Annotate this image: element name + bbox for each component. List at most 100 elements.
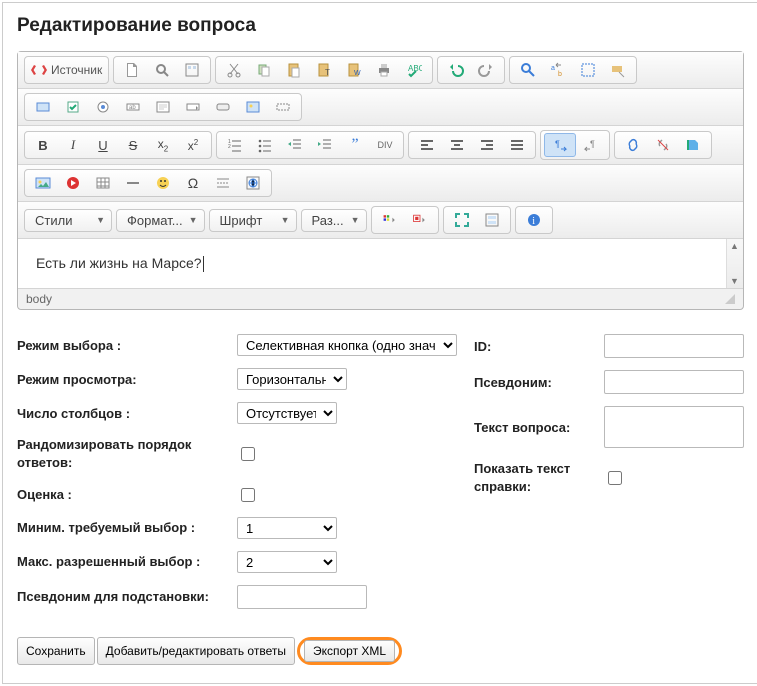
checkbox-icon[interactable] [58, 96, 88, 118]
scroll-down-icon: ▼ [730, 276, 739, 286]
alias-sub-label: Псевдоним для подстановки: [17, 589, 227, 604]
outdent-icon[interactable] [280, 134, 310, 156]
scrollbar[interactable]: ▲▼ [726, 239, 743, 288]
strike-icon[interactable]: S [118, 134, 148, 156]
alias-input[interactable] [604, 370, 744, 394]
font-combo[interactable]: Шрифт▼ [209, 209, 297, 232]
iframe-icon[interactable] [238, 172, 268, 194]
textarea-icon[interactable] [148, 96, 178, 118]
styles-combo[interactable]: Стили▼ [24, 209, 112, 232]
question-settings-form: Режим выбора : Селективная кнопка (одно … [17, 334, 744, 608]
randomize-checkbox[interactable] [241, 447, 255, 461]
left-column: Режим выбора : Селективная кнопка (одно … [17, 334, 457, 608]
qtext-textarea[interactable] [604, 406, 744, 448]
remove-format-icon[interactable] [603, 59, 633, 81]
view-mode-select[interactable]: Горизонтально [237, 368, 347, 390]
id-label: ID: [474, 339, 594, 354]
bold-icon[interactable]: B [28, 134, 58, 156]
score-checkbox[interactable] [241, 488, 255, 502]
align-center-icon[interactable] [442, 134, 472, 156]
replace-icon[interactable]: ab [543, 59, 573, 81]
justify-icon[interactable] [502, 134, 532, 156]
textfield-icon[interactable]: ab [118, 96, 148, 118]
text-color-icon[interactable] [375, 209, 405, 231]
bg-color-icon[interactable] [405, 209, 435, 231]
size-combo[interactable]: Раз...▼ [301, 209, 367, 232]
svg-text:ab: ab [129, 105, 136, 111]
ltr-icon[interactable]: ¶ [544, 133, 576, 157]
columns-label: Число столбцов : [17, 406, 227, 421]
id-input[interactable] [604, 334, 744, 358]
link-icon[interactable] [618, 134, 648, 156]
div-icon[interactable]: DIV [370, 134, 400, 156]
superscript-icon[interactable]: x2 [178, 134, 208, 156]
svg-text:i: i [532, 216, 535, 227]
align-left-icon[interactable] [412, 134, 442, 156]
rtl-icon[interactable]: ¶ [576, 134, 606, 156]
spellcheck-icon[interactable]: ABC [399, 59, 429, 81]
toolbar-row-4: Ω [18, 165, 743, 202]
columns-select[interactable]: Отсутствует [237, 402, 337, 424]
table-icon[interactable] [88, 172, 118, 194]
min-select[interactable]: 1 [237, 517, 337, 539]
print-icon[interactable] [369, 59, 399, 81]
rich-text-editor: Источник T W ABC [17, 51, 744, 310]
redo-icon[interactable] [471, 59, 501, 81]
page-title: Редактирование вопроса [17, 15, 744, 37]
paste-text-icon[interactable]: T [309, 59, 339, 81]
hidden-field-icon[interactable] [268, 96, 298, 118]
new-page-icon[interactable] [117, 59, 147, 81]
radio-icon[interactable] [88, 96, 118, 118]
preview-icon[interactable] [147, 59, 177, 81]
format-combo[interactable]: Формат...▼ [116, 209, 205, 232]
italic-icon[interactable]: I [58, 134, 88, 156]
svg-text:¶: ¶ [590, 139, 595, 149]
flash-icon[interactable] [58, 172, 88, 194]
undo-icon[interactable] [441, 59, 471, 81]
image-button-icon[interactable] [238, 96, 268, 118]
hr-icon[interactable] [118, 172, 148, 194]
editor-text: Есть ли жизнь на Марсе? [36, 255, 204, 271]
select-mode-select[interactable]: Селективная кнопка (одно значение) [237, 334, 457, 356]
page: Редактирование вопроса Источник T W [2, 2, 757, 684]
find-icon[interactable] [513, 59, 543, 81]
max-select[interactable]: 2 [237, 551, 337, 573]
show-blocks-icon[interactable] [477, 209, 507, 231]
copy-icon[interactable] [249, 59, 279, 81]
save-button[interactable]: Сохранить [17, 637, 95, 665]
export-xml-button[interactable]: Экспорт XML [304, 640, 395, 662]
anchor-icon[interactable] [678, 134, 708, 156]
editor-content-area[interactable]: Есть ли жизнь на Марсе? ▲▼ [18, 239, 743, 288]
footer-buttons: Сохранить Добавить/редактировать ответы … [17, 637, 744, 665]
alias-sub-input[interactable] [237, 585, 367, 609]
form-icon[interactable] [28, 96, 58, 118]
page-break-icon[interactable] [208, 172, 238, 194]
source-button[interactable]: Источник [28, 59, 105, 81]
select-field-icon[interactable] [178, 96, 208, 118]
edit-answers-button[interactable]: Добавить/редактировать ответы [97, 637, 295, 665]
svg-text:¶: ¶ [555, 139, 560, 149]
select-all-icon[interactable] [573, 59, 603, 81]
cut-icon[interactable] [219, 59, 249, 81]
bullet-list-icon[interactable] [250, 134, 280, 156]
unlink-icon[interactable] [648, 134, 678, 156]
underline-icon[interactable]: U [88, 134, 118, 156]
subscript-icon[interactable]: x2 [148, 134, 178, 156]
indent-icon[interactable] [310, 134, 340, 156]
paste-icon[interactable] [279, 59, 309, 81]
paste-word-icon[interactable]: W [339, 59, 369, 81]
image-icon[interactable] [28, 172, 58, 194]
numbered-list-icon[interactable]: 12 [220, 134, 250, 156]
blockquote-icon[interactable]: ” [340, 134, 370, 156]
help-checkbox[interactable] [608, 471, 622, 485]
smiley-icon[interactable] [148, 172, 178, 194]
elements-path[interactable]: body [26, 292, 52, 306]
resize-handle-icon[interactable] [725, 294, 735, 304]
templates-icon[interactable] [177, 59, 207, 81]
maximize-icon[interactable] [447, 209, 477, 231]
button-field-icon[interactable] [208, 96, 238, 118]
align-right-icon[interactable] [472, 134, 502, 156]
toolbar-row-5: Стили▼ Формат...▼ Шрифт▼ Раз...▼ i [18, 202, 743, 239]
special-char-icon[interactable]: Ω [178, 172, 208, 194]
about-icon[interactable]: i [519, 209, 549, 231]
